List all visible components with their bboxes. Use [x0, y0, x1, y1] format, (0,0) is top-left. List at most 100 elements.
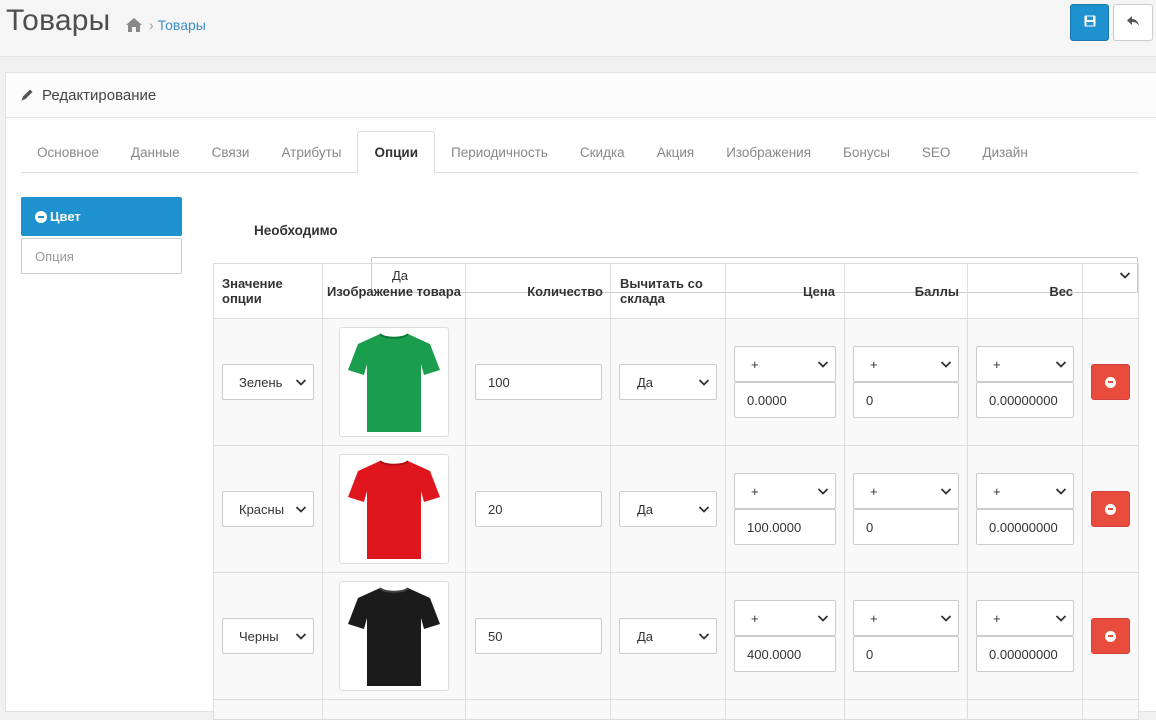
tab-options[interactable]: Опции [357, 131, 436, 174]
chevron-down-icon [295, 379, 307, 386]
price-prefix-value: + [751, 610, 759, 626]
weight-prefix-value: + [993, 356, 1001, 372]
tab-design[interactable]: Дизайн [966, 131, 1043, 173]
minus-circle-icon [1105, 630, 1116, 642]
back-button[interactable] [1113, 4, 1153, 41]
option-value-select[interactable]: Зелень [222, 364, 314, 400]
points-prefix-select[interactable]: + [853, 600, 959, 636]
chevron-down-icon [698, 506, 710, 513]
chevron-down-icon [698, 379, 710, 386]
table-row: Зелень 100 Да +0.0000 +0 +0.00000000 [213, 318, 1139, 446]
points-prefix-value: + [870, 356, 878, 372]
tab-images[interactable]: Изображения [710, 131, 827, 173]
price-prefix-select[interactable]: + [734, 346, 836, 382]
chevron-down-icon [817, 361, 829, 368]
price-input[interactable]: 400.0000 [734, 636, 836, 672]
col-header-image: Изображение товара [322, 263, 466, 319]
price-prefix-value: + [751, 356, 759, 372]
weight-input[interactable]: 0.00000000 [976, 382, 1074, 418]
col-header-subtract: Вычитать со склада [610, 263, 726, 319]
option-values-table: Значение опции Изображение товара Количе… [213, 263, 1139, 720]
points-input[interactable]: 0 [853, 636, 959, 672]
price-prefix-select[interactable]: + [734, 600, 836, 636]
product-image[interactable] [339, 581, 449, 691]
option-value-text: Зелень [239, 374, 283, 390]
tab-bar: Основное Данные Связи Атрибуты Опции Пер… [21, 131, 1138, 174]
tab-reward[interactable]: Бонусы [827, 131, 906, 173]
quantity-input[interactable]: 50 [475, 618, 602, 654]
product-image[interactable] [339, 454, 449, 564]
col-header-quantity: Количество [465, 263, 611, 319]
weight-prefix-value: + [993, 610, 1001, 626]
option-value-select[interactable]: Красны [222, 491, 314, 527]
quantity-input[interactable]: 20 [475, 491, 602, 527]
tshirt-image [348, 333, 440, 432]
required-label: Необходимо [254, 223, 338, 238]
minus-circle-icon[interactable] [35, 210, 47, 223]
option-value-text: Черны [239, 628, 279, 644]
breadcrumb-separator: › [149, 17, 154, 33]
tab-recurring[interactable]: Периодичность [435, 131, 564, 173]
tab-general[interactable]: Основное [21, 131, 115, 173]
quantity-input[interactable]: 100 [475, 364, 602, 400]
points-input[interactable]: 0 [853, 509, 959, 545]
tab-attributes[interactable]: Атрибуты [265, 131, 357, 173]
points-input[interactable]: 0 [853, 382, 959, 418]
remove-row-button[interactable] [1091, 491, 1130, 527]
chevron-down-icon [940, 615, 952, 622]
page-header: Товары › Товары [0, 0, 1156, 57]
remove-row-button[interactable] [1091, 618, 1130, 654]
option-autocomplete-input[interactable]: Опция [21, 238, 182, 274]
tab-special[interactable]: Акция [641, 131, 711, 173]
tab-links[interactable]: Связи [196, 131, 266, 173]
points-prefix-select[interactable]: + [853, 473, 959, 509]
subtract-select[interactable]: Да [619, 491, 717, 527]
price-input[interactable]: 100.0000 [734, 509, 836, 545]
pencil-icon [20, 88, 34, 102]
col-header-price: Цена [725, 263, 845, 319]
breadcrumb-link-products[interactable]: Товары [158, 17, 206, 33]
weight-input[interactable]: 0.00000000 [976, 509, 1074, 545]
panel-title: Редактирование [42, 86, 157, 104]
price-input[interactable]: 0.0000 [734, 382, 836, 418]
points-prefix-value: + [870, 483, 878, 499]
remove-row-button[interactable] [1091, 364, 1130, 400]
option-value-select[interactable]: Черны [222, 618, 314, 654]
subtract-value: Да [637, 628, 654, 644]
weight-prefix-select[interactable]: + [976, 600, 1074, 636]
weight-prefix-value: + [993, 483, 1001, 499]
option-item-label: Цвет [50, 209, 81, 224]
points-prefix-value: + [870, 610, 878, 626]
chevron-down-icon [295, 633, 307, 640]
chevron-down-icon [1055, 615, 1067, 622]
subtract-value: Да [637, 374, 654, 390]
chevron-down-icon [1055, 488, 1067, 495]
weight-prefix-select[interactable]: + [976, 346, 1074, 382]
col-header-weight: Вес [967, 263, 1083, 319]
tab-discount[interactable]: Скидка [564, 131, 641, 173]
minus-circle-icon [1105, 503, 1116, 515]
save-button[interactable] [1070, 4, 1109, 41]
price-prefix-select[interactable]: + [734, 473, 836, 509]
points-prefix-select[interactable]: + [853, 346, 959, 382]
subtract-select[interactable]: Да [619, 618, 717, 654]
weight-input[interactable]: 0.00000000 [976, 636, 1074, 672]
option-item-color[interactable]: Цвет [21, 197, 182, 236]
page-title: Товары [6, 4, 111, 37]
floppy-disk-icon [1084, 15, 1096, 30]
tab-seo[interactable]: SEO [906, 131, 967, 173]
tab-data[interactable]: Данные [115, 131, 196, 173]
product-image[interactable] [339, 327, 449, 437]
subtract-value: Да [637, 501, 654, 517]
edit-panel: Редактирование Основное Данные Связи Атр… [5, 72, 1156, 720]
weight-prefix-select[interactable]: + [976, 473, 1074, 509]
panel-heading: Редактирование [6, 73, 1156, 118]
breadcrumb: › Товары [125, 17, 206, 33]
chevron-down-icon [817, 615, 829, 622]
subtract-select[interactable]: Да [619, 364, 717, 400]
table-row [213, 699, 1139, 720]
chevron-down-icon [817, 488, 829, 495]
tshirt-image [348, 460, 440, 559]
chevron-down-icon [295, 506, 307, 513]
home-icon[interactable] [125, 17, 143, 33]
